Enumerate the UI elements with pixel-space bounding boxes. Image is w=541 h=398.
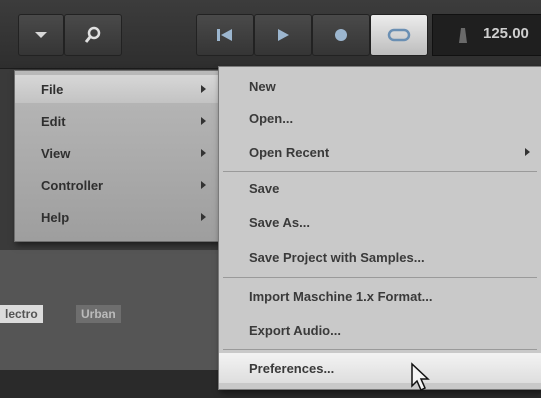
menu-item-edit[interactable]: Edit <box>15 107 219 135</box>
record-icon <box>335 29 347 41</box>
chevron-down-icon <box>35 32 47 38</box>
submenu-arrow-icon <box>201 149 206 157</box>
menu-dropdown-button[interactable] <box>18 14 64 56</box>
submenu-arrow-icon <box>525 148 530 156</box>
submenu-arrow-icon <box>201 85 206 93</box>
file-submenu: New Open... Open Recent Save Save As... … <box>218 66 541 390</box>
menu-item-help[interactable]: Help <box>15 203 219 231</box>
menu-item-label: View <box>41 145 71 161</box>
menu-item-open-recent[interactable]: Open Recent <box>219 137 541 167</box>
menu-item-label: Open Recent <box>249 144 330 160</box>
mouse-cursor-icon <box>411 362 430 392</box>
menu-item-label: Import Maschine 1.x Format... <box>249 288 433 304</box>
play-icon <box>278 29 289 41</box>
menu-separator <box>223 277 537 278</box>
restart-button[interactable] <box>196 14 254 56</box>
menu-item-import-maschine[interactable]: Import Maschine 1.x Format... <box>219 281 541 311</box>
menu-item-preferences[interactable]: Preferences... <box>219 353 541 383</box>
menu-item-controller[interactable]: Controller <box>15 171 219 199</box>
main-menu: File Edit View Controller Help <box>14 70 220 242</box>
submenu-arrow-icon <box>201 117 206 125</box>
search-button[interactable] <box>64 14 122 56</box>
menu-item-save-project-with-samples[interactable]: Save Project with Samples... <box>219 242 541 272</box>
play-button[interactable] <box>254 14 312 56</box>
menu-item-label: Preferences... <box>249 360 335 376</box>
submenu-arrow-icon <box>201 213 206 221</box>
menu-item-label: Save <box>249 180 280 196</box>
menu-item-file[interactable]: File <box>15 75 219 103</box>
menu-item-save[interactable]: Save <box>219 173 541 203</box>
menu-item-new[interactable]: New <box>219 71 541 101</box>
menu-item-label: Help <box>41 209 70 225</box>
tag-electro[interactable]: lectro <box>0 305 43 323</box>
menu-item-save-as[interactable]: Save As... <box>219 207 541 237</box>
tag-urban[interactable]: Urban <box>76 305 121 323</box>
tempo-display[interactable]: 125.00 <box>432 14 541 56</box>
tempo-value: 125.00 <box>483 25 529 42</box>
menu-item-export-audio[interactable]: Export Audio... <box>219 315 541 345</box>
menu-item-label: Edit <box>41 113 66 129</box>
search-icon <box>84 26 101 43</box>
menu-item-label: Save Project with Samples... <box>249 249 425 265</box>
toolbar: 125.00 <box>0 0 541 69</box>
submenu-arrow-icon <box>201 181 206 189</box>
menu-item-view[interactable]: View <box>15 139 219 167</box>
menu-item-label: Open... <box>249 110 294 126</box>
menu-item-label: File <box>41 81 64 97</box>
menu-item-label: Export Audio... <box>249 322 341 338</box>
metronome-icon <box>459 28 467 43</box>
loop-icon <box>387 28 411 42</box>
menu-separator <box>223 171 537 172</box>
record-button[interactable] <box>312 14 370 56</box>
menu-item-label: Save As... <box>249 214 310 230</box>
skip-to-start-icon <box>217 29 232 41</box>
menu-item-open[interactable]: Open... <box>219 103 541 133</box>
loop-button[interactable] <box>370 14 428 56</box>
menu-item-label: New <box>249 78 276 94</box>
menu-separator <box>223 349 537 350</box>
menu-item-label: Controller <box>41 177 104 193</box>
